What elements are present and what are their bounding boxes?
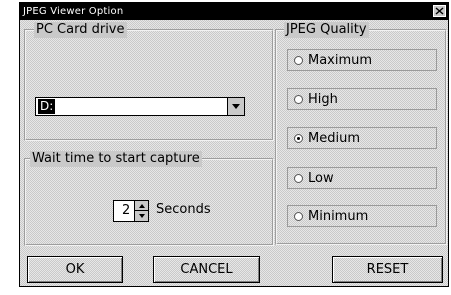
title-bar[interactable]: JPEG Viewer Option	[20, 3, 448, 20]
jpeg-quality-group: JPEG Quality Maximum High Medium Low Min…	[275, 22, 447, 245]
quality-option-label: High	[308, 91, 338, 107]
drive-select-value: D:	[38, 99, 56, 114]
arrow-up-icon	[138, 203, 145, 208]
chevron-down-icon	[232, 104, 240, 109]
quality-option-low[interactable]: Low	[287, 167, 437, 189]
quality-option-label: Low	[308, 170, 334, 186]
quality-option-label: Maximum	[308, 52, 373, 68]
dialog-window: JPEG Viewer Option PC Card drive D: Wait…	[19, 2, 449, 287]
arrow-down-icon	[138, 214, 145, 218]
drive-select[interactable]: D:	[35, 97, 245, 116]
close-button[interactable]	[433, 5, 446, 17]
radio-button[interactable]	[294, 173, 303, 183]
wait-time-label: Wait time to start capture	[30, 151, 202, 167]
window-title: JPEG Viewer Option	[23, 6, 124, 17]
quality-option-high[interactable]: High	[287, 88, 437, 110]
jpeg-quality-label: JPEG Quality	[284, 22, 369, 38]
radio-button[interactable]	[294, 211, 303, 221]
cancel-button[interactable]: CANCEL	[153, 256, 260, 283]
radio-button[interactable]	[294, 55, 303, 65]
quality-option-maximum[interactable]: Maximum	[287, 49, 437, 71]
radio-button-selected[interactable]	[294, 133, 303, 143]
wait-time-unit: Seconds	[156, 202, 211, 217]
quality-option-medium[interactable]: Medium	[287, 127, 437, 149]
radio-button[interactable]	[294, 94, 303, 104]
quality-option-minimum[interactable]: Minimum	[287, 205, 437, 227]
quality-option-label: Medium	[308, 130, 360, 146]
wait-time-value: 2	[122, 203, 131, 218]
close-icon	[435, 7, 444, 15]
wait-time-group: Wait time to start capture 2 Seconds	[24, 151, 274, 246]
drive-select-dropdown-button[interactable]	[227, 98, 244, 115]
stepper-buttons	[134, 201, 148, 221]
quality-option-label: Minimum	[308, 208, 369, 224]
stepper-down-button[interactable]	[135, 211, 148, 221]
ok-button[interactable]: OK	[27, 256, 123, 283]
reset-button[interactable]: RESET	[332, 256, 443, 283]
pc-card-drive-label: PC Card drive	[34, 22, 127, 38]
wait-time-stepper[interactable]: 2	[113, 200, 149, 222]
dialog-client-area: PC Card drive D: Wait time to start capt…	[20, 20, 448, 286]
pc-card-drive-group: PC Card drive D:	[24, 22, 274, 141]
stepper-up-button[interactable]	[135, 201, 148, 211]
